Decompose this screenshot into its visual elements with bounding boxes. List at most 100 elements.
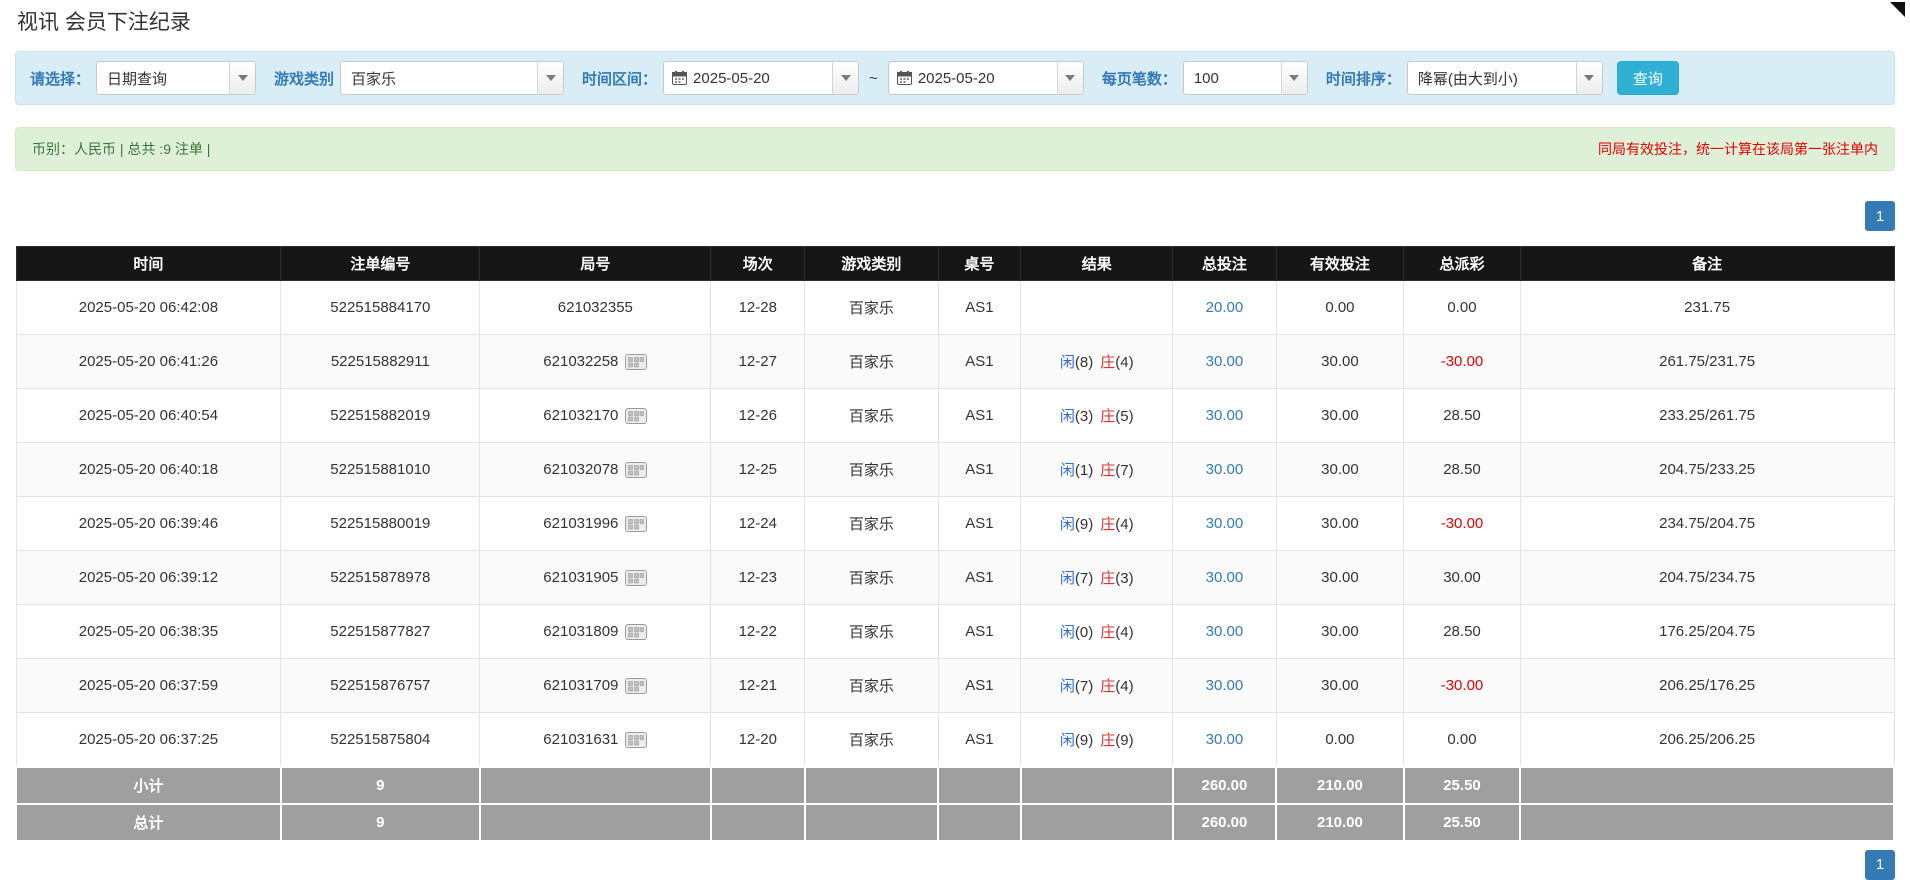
table-no-cell: AS1 xyxy=(938,497,1021,551)
time-cell: 2025-05-20 06:39:12 xyxy=(16,551,281,605)
total-bet-cell: 30.00 xyxy=(1173,659,1276,713)
round-number: 621032170 xyxy=(543,407,618,424)
summary-empty-cell xyxy=(480,767,711,804)
total-bet-link[interactable]: 20.00 xyxy=(1206,299,1244,316)
round-number: 621031809 xyxy=(543,623,618,640)
table-no-cell: AS1 xyxy=(938,659,1021,713)
game-type-value: 百家乐 xyxy=(341,68,537,89)
game-roadmap-icon[interactable] xyxy=(625,354,647,370)
game-type-cell: 百家乐 xyxy=(805,389,938,443)
result-cell: 闲(7)庄(4) xyxy=(1021,659,1173,713)
game-type-cell: 百家乐 xyxy=(805,605,938,659)
result-banker-score: (9) xyxy=(1115,732,1133,749)
valid-bet-cell: 0.00 xyxy=(1276,281,1404,335)
round-number: 621032078 xyxy=(543,461,618,478)
game-roadmap-icon[interactable] xyxy=(625,570,647,586)
chevron-down-icon[interactable] xyxy=(1281,62,1307,94)
table-row: 2025-05-20 06:37:25522515875804621031631… xyxy=(16,713,1894,767)
sort-order-value: 降幂(由大到小) xyxy=(1408,68,1576,89)
date-to-select[interactable]: 2025-05-20 xyxy=(888,61,1084,95)
payout-cell: 0.00 xyxy=(1404,713,1520,767)
summary-valid-bet: 210.00 xyxy=(1276,804,1404,841)
game-roadmap-icon[interactable] xyxy=(625,678,647,694)
chevron-down-icon[interactable] xyxy=(537,62,563,94)
total-bet-cell: 30.00 xyxy=(1173,713,1276,767)
result-banker-label: 庄 xyxy=(1100,624,1115,641)
total-bet-link[interactable]: 30.00 xyxy=(1206,569,1244,586)
payout-cell: -30.00 xyxy=(1404,335,1520,389)
result-player-label: 闲 xyxy=(1060,354,1075,371)
chevron-down-icon[interactable] xyxy=(1576,62,1602,94)
page-button-1[interactable]: 1 xyxy=(1865,201,1895,231)
time-range-label: 时间区间： xyxy=(582,68,657,89)
game-type-select[interactable]: 百家乐 xyxy=(340,61,564,95)
round-cell: 621031631 xyxy=(480,713,711,767)
result-banker-score: (4) xyxy=(1115,516,1133,533)
chevron-down-icon[interactable] xyxy=(1057,62,1083,94)
table-row: 2025-05-20 06:40:54522515882019621032170… xyxy=(16,389,1894,443)
bet-id-cell: 522515880019 xyxy=(281,497,480,551)
result-banker-label: 庄 xyxy=(1100,462,1115,479)
sort-order-select[interactable]: 降幂(由大到小) xyxy=(1407,61,1603,95)
result-player-label: 闲 xyxy=(1060,570,1075,587)
total-bet-cell: 30.00 xyxy=(1173,497,1276,551)
total-bet-link[interactable]: 30.00 xyxy=(1206,461,1244,478)
date-from-select[interactable]: 2025-05-20 xyxy=(663,61,859,95)
page-button-1[interactable]: 1 xyxy=(1865,850,1895,880)
game-roadmap-icon[interactable] xyxy=(625,462,647,478)
result-player-score: (0) xyxy=(1075,624,1093,641)
table-row: 2025-05-20 06:39:46522515880019621031996… xyxy=(16,497,1894,551)
result-banker-label: 庄 xyxy=(1100,678,1115,695)
result-player-score: (3) xyxy=(1075,408,1093,425)
table-header-row: 时间注单编号局号场次游戏类别桌号结果总投注有效投注总派彩备注 xyxy=(16,247,1894,281)
table-row: 2025-05-20 06:37:59522515876757621031709… xyxy=(16,659,1894,713)
note-cell: 234.75/204.75 xyxy=(1520,497,1894,551)
total-bet-link[interactable]: 30.00 xyxy=(1206,731,1244,748)
summary-empty-cell xyxy=(1021,767,1173,804)
total-bet-cell: 30.00 xyxy=(1173,389,1276,443)
time-cell: 2025-05-20 06:41:26 xyxy=(16,335,281,389)
game-roadmap-icon[interactable] xyxy=(625,516,647,532)
note-cell: 206.25/206.25 xyxy=(1520,713,1894,767)
result-banker-score: (4) xyxy=(1115,678,1133,695)
game-type-cell: 百家乐 xyxy=(805,551,938,605)
total-bet-link[interactable]: 30.00 xyxy=(1206,623,1244,640)
game-roadmap-icon[interactable] xyxy=(625,732,647,748)
session-cell: 12-23 xyxy=(711,551,805,605)
date-to-value: 2025-05-20 xyxy=(912,70,1057,87)
result-cell: 闲(1)庄(7) xyxy=(1021,443,1173,497)
total-bet-link[interactable]: 30.00 xyxy=(1206,407,1244,424)
bet-id-cell: 522515884170 xyxy=(281,281,480,335)
time-cell: 2025-05-20 06:40:54 xyxy=(16,389,281,443)
game-type-cell: 百家乐 xyxy=(805,497,938,551)
bet-id-cell: 522515881010 xyxy=(281,443,480,497)
game-roadmap-icon[interactable] xyxy=(625,624,647,640)
payout-cell: 28.50 xyxy=(1404,443,1520,497)
chevron-down-icon[interactable] xyxy=(229,62,255,94)
total-bet-link[interactable]: 30.00 xyxy=(1206,677,1244,694)
bet-id-cell: 522515875804 xyxy=(281,713,480,767)
total-bet-link[interactable]: 30.00 xyxy=(1206,353,1244,370)
column-header: 场次 xyxy=(711,247,805,281)
result-cell: 闲(9)庄(4) xyxy=(1021,497,1173,551)
round-cell: 621032355 xyxy=(480,281,711,335)
column-header: 注单编号 xyxy=(281,247,480,281)
total-bet-cell: 30.00 xyxy=(1173,605,1276,659)
pagination-top: 1 xyxy=(15,201,1895,231)
page-size-select[interactable]: 100 xyxy=(1183,61,1308,95)
result-player-label: 闲 xyxy=(1060,624,1075,641)
filter-bar: 请选择： 日期查询 游戏类别 百家乐 时间区间： 2025-05-20 ~ 20… xyxy=(15,51,1895,105)
round-cell: 621032078 xyxy=(480,443,711,497)
game-roadmap-icon[interactable] xyxy=(625,408,647,424)
chevron-down-icon[interactable] xyxy=(832,62,858,94)
total-bet-cell: 30.00 xyxy=(1173,551,1276,605)
table-no-cell: AS1 xyxy=(938,335,1021,389)
result-cell: 闲(9)庄(9) xyxy=(1021,713,1173,767)
summary-empty-cell xyxy=(711,804,805,841)
time-cell: 2025-05-20 06:42:08 xyxy=(16,281,281,335)
summary-label: 总计 xyxy=(16,804,281,841)
result-cell: 闲(7)庄(3) xyxy=(1021,551,1173,605)
total-bet-link[interactable]: 30.00 xyxy=(1206,515,1244,532)
search-button[interactable]: 查询 xyxy=(1617,61,1679,95)
query-type-select[interactable]: 日期查询 xyxy=(96,61,256,95)
